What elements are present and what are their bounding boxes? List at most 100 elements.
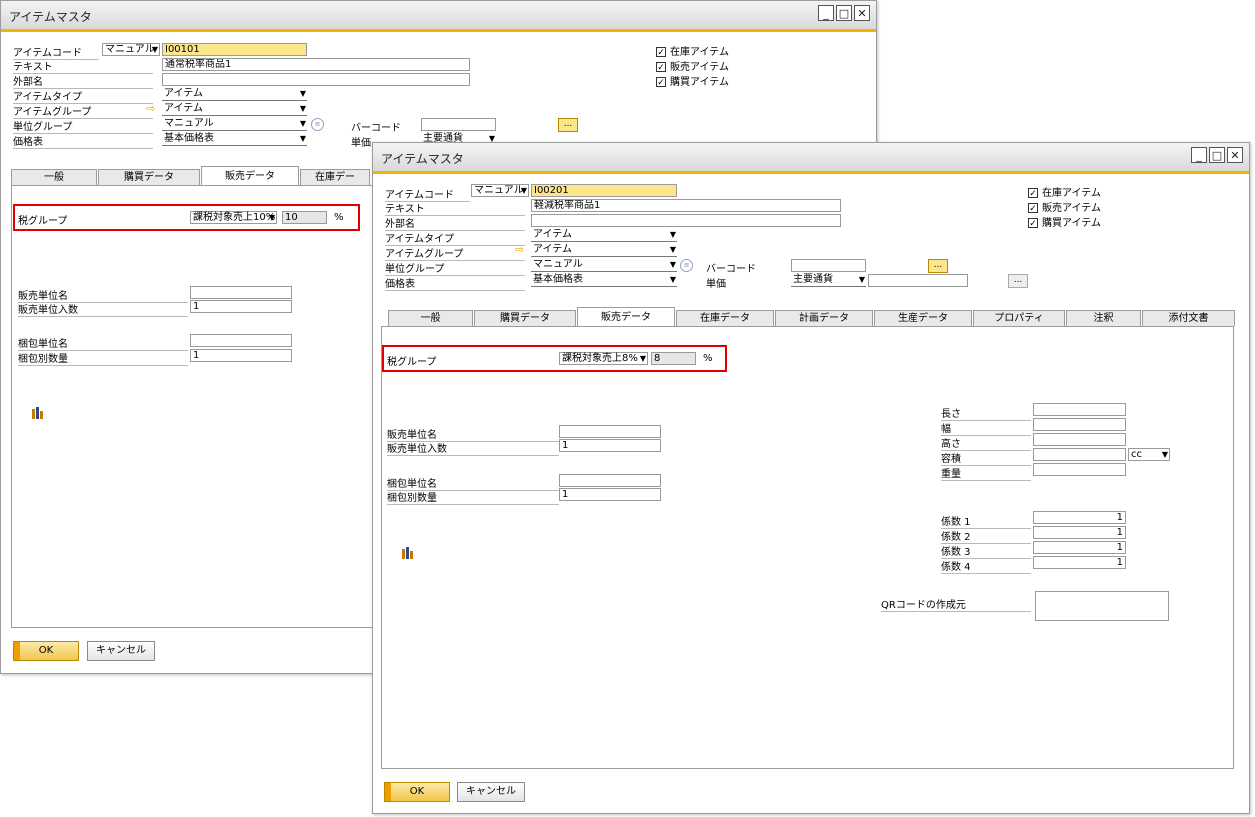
- tab-purchasing[interactable]: 購買データ: [474, 310, 576, 326]
- item-code-field[interactable]: I00101: [162, 43, 307, 56]
- series-select[interactable]: マニュアル ▼: [471, 184, 529, 197]
- height-field[interactable]: [1033, 433, 1126, 446]
- factor-4-field[interactable]: 1: [1033, 556, 1126, 569]
- height-label: 高さ: [941, 435, 1031, 451]
- close-icon[interactable]: ✕: [854, 5, 870, 21]
- length-field[interactable]: [1033, 403, 1126, 416]
- factor-3-field[interactable]: 1: [1033, 541, 1126, 554]
- info-icon[interactable]: ≡: [680, 259, 693, 272]
- purchase-item-checkbox[interactable]: ✓ 購買アイテム: [1028, 214, 1101, 229]
- tax-rate-field: 8: [651, 352, 696, 365]
- text-label: テキスト: [385, 200, 525, 216]
- checkmark-icon: ✓: [656, 47, 666, 58]
- tab-purchasing[interactable]: 購買データ: [98, 169, 200, 185]
- text-field[interactable]: 軽減税率商品1: [531, 199, 841, 212]
- uom-group-select[interactable]: マニュアル ▼: [162, 118, 307, 131]
- minimize-icon[interactable]: _: [818, 5, 834, 21]
- barcode-browse-button[interactable]: ...: [928, 259, 948, 273]
- percent-sign: %: [334, 212, 344, 223]
- tax-group-label: 税グループ: [387, 357, 437, 368]
- tax-group-label: 税グループ: [18, 216, 68, 227]
- items-per-unit-field[interactable]: 1: [559, 439, 661, 452]
- tax-group-select[interactable]: 課税対象売上8% ▼: [559, 352, 648, 365]
- minimize-icon[interactable]: _: [1191, 147, 1207, 163]
- ok-button[interactable]: OK: [384, 782, 450, 802]
- foreign-name-field[interactable]: [531, 214, 841, 227]
- link-arrow-icon[interactable]: ⇨: [515, 243, 524, 256]
- uom-group-label: 単位グループ: [13, 118, 153, 134]
- tab-remarks[interactable]: 注釈: [1066, 310, 1141, 326]
- qty-per-package-field[interactable]: 1: [190, 349, 292, 362]
- tab-sales[interactable]: 販売データ: [577, 307, 675, 326]
- volume-unit-select[interactable]: cc ▼: [1128, 448, 1170, 461]
- tab-attachments[interactable]: 添付文書: [1142, 310, 1235, 326]
- barcode-field[interactable]: [791, 259, 866, 272]
- tab-sales[interactable]: 販売データ: [201, 166, 299, 185]
- unit-price-label: 単価: [351, 138, 371, 149]
- item-group-select[interactable]: アイテム ▼: [162, 103, 307, 116]
- barcode-browse-button[interactable]: ...: [558, 118, 578, 132]
- series-select[interactable]: マニュアル ▼: [102, 43, 160, 56]
- link-arrow-icon[interactable]: ⇨: [146, 102, 155, 115]
- tax-group-select[interactable]: 課税対象売上10% ▼: [190, 211, 277, 224]
- title-bar[interactable]: アイテムマスタ _ □ ✕: [1, 1, 876, 32]
- packaging-unit-field[interactable]: [559, 474, 661, 487]
- packaging-unit-label: 梱包単位名: [18, 335, 188, 351]
- chart-icon[interactable]: [401, 546, 415, 560]
- weight-field[interactable]: [1033, 463, 1126, 476]
- foreign-name-label: 外部名: [13, 73, 153, 89]
- qr-code-field[interactable]: [1035, 591, 1169, 621]
- cancel-button[interactable]: キャンセル: [87, 641, 155, 661]
- price-details-button[interactable]: ...: [1008, 274, 1028, 288]
- qty-per-package-field[interactable]: 1: [559, 488, 661, 501]
- text-field[interactable]: 通常税率商品1: [162, 58, 470, 71]
- currency-select[interactable]: 主要通貨 ▼: [791, 274, 866, 287]
- item-type-select[interactable]: アイテム ▼: [162, 88, 307, 101]
- factor-1-field[interactable]: 1: [1033, 511, 1126, 524]
- maximize-icon[interactable]: □: [836, 5, 852, 21]
- info-icon[interactable]: ≡: [311, 118, 324, 131]
- cancel-button[interactable]: キャンセル: [457, 782, 525, 802]
- barcode-field[interactable]: [421, 118, 496, 131]
- ok-button[interactable]: OK: [13, 641, 79, 661]
- chart-icon[interactable]: [31, 406, 45, 420]
- tab-planning[interactable]: 計画データ: [775, 310, 873, 326]
- tab-general[interactable]: 一般: [11, 169, 97, 185]
- tab-inventory[interactable]: 在庫データ: [676, 310, 774, 326]
- sales-item-checkbox[interactable]: ✓ 販売アイテム: [656, 58, 729, 73]
- tab-properties[interactable]: プロパティ: [973, 310, 1065, 326]
- item-group-select[interactable]: アイテム ▼: [531, 244, 677, 257]
- price-list-select[interactable]: 基本価格表 ▼: [162, 133, 307, 146]
- volume-field[interactable]: [1033, 448, 1126, 461]
- factor-2-label: 係数 2: [941, 528, 1031, 544]
- unit-price-field[interactable]: [868, 274, 968, 287]
- foreign-name-field[interactable]: [162, 73, 470, 86]
- price-list-select[interactable]: 基本価格表 ▼: [531, 274, 677, 287]
- item-group-label: アイテムグループ: [385, 245, 525, 261]
- factor-1-label: 係数 1: [941, 513, 1031, 529]
- sales-unit-field[interactable]: [559, 425, 661, 438]
- item-code-field[interactable]: I00201: [531, 184, 677, 197]
- window-title: アイテムマスタ: [9, 10, 92, 24]
- inventory-item-checkbox[interactable]: ✓ 在庫アイテム: [1028, 184, 1101, 199]
- sales-item-checkbox[interactable]: ✓ 販売アイテム: [1028, 199, 1101, 214]
- price-list-label: 価格表: [385, 275, 525, 291]
- uom-group-select[interactable]: マニュアル ▼: [531, 259, 677, 272]
- checkmark-icon: ✓: [656, 62, 666, 73]
- title-bar[interactable]: アイテムマスタ _ □ ✕: [373, 143, 1249, 174]
- tab-bar: 一般 購買データ 販売データ 在庫データ 計画データ 生産データ プロパティ 注…: [388, 307, 1236, 326]
- item-type-select[interactable]: アイテム ▼: [531, 229, 677, 242]
- tab-general[interactable]: 一般: [388, 310, 473, 326]
- sales-unit-field[interactable]: [190, 286, 292, 299]
- purchase-item-checkbox[interactable]: ✓ 購買アイテム: [656, 73, 729, 88]
- item-group-label: アイテムグループ: [13, 103, 153, 119]
- packaging-unit-field[interactable]: [190, 334, 292, 347]
- width-field[interactable]: [1033, 418, 1126, 431]
- tab-production[interactable]: 生産データ: [874, 310, 972, 326]
- close-icon[interactable]: ✕: [1227, 147, 1243, 163]
- items-per-unit-field[interactable]: 1: [190, 300, 292, 313]
- factor-2-field[interactable]: 1: [1033, 526, 1126, 539]
- inventory-item-checkbox[interactable]: ✓ 在庫アイテム: [656, 43, 729, 58]
- tab-inventory[interactable]: 在庫デー: [300, 169, 370, 185]
- maximize-icon[interactable]: □: [1209, 147, 1225, 163]
